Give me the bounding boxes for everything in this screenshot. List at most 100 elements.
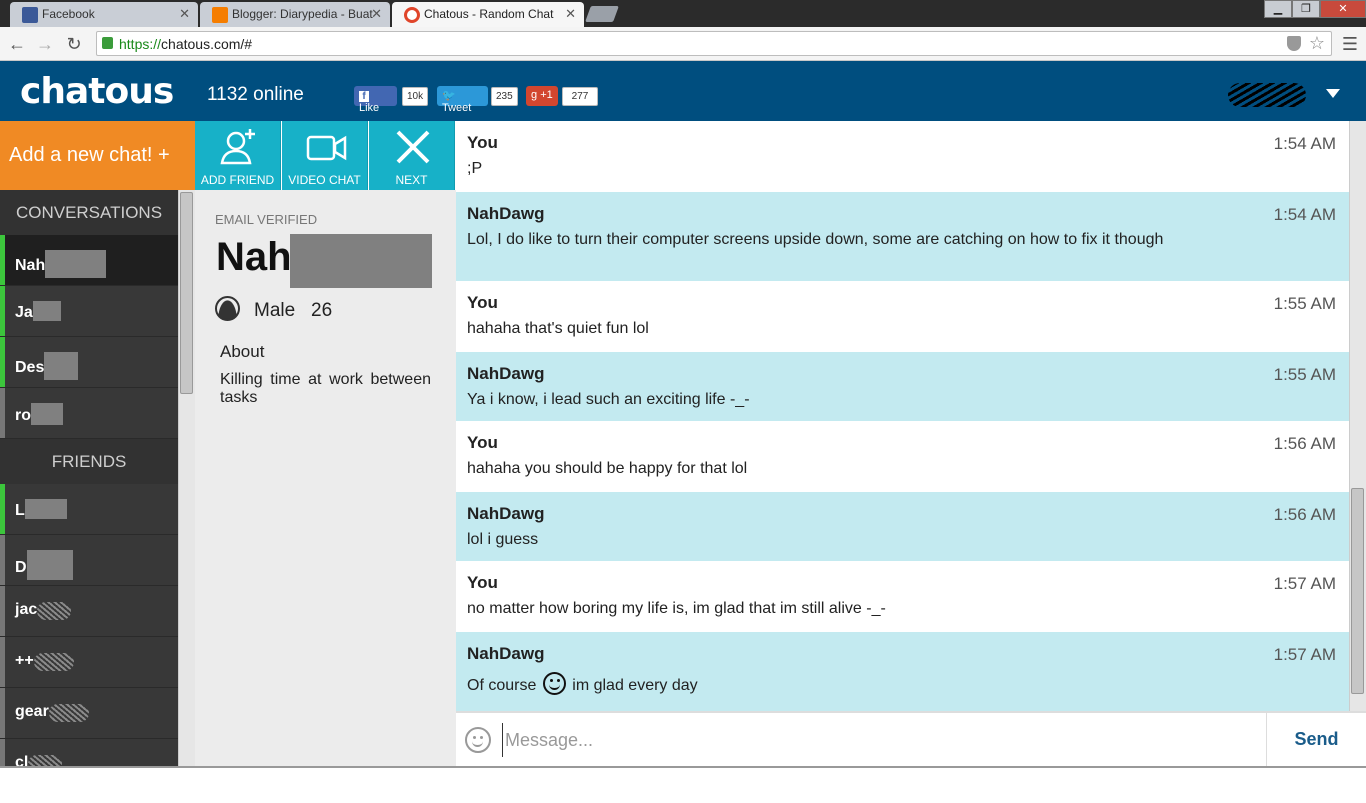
message-time: 1:55 AM: [1273, 294, 1336, 313]
facebook-icon: f: [359, 91, 369, 102]
close-tab-icon[interactable]: ✕: [371, 6, 382, 22]
tweet-label: Tweet: [442, 102, 472, 114]
conversation-item[interactable]: Des: [0, 337, 178, 388]
chat-message: NahDawg 1:57 AM Of course im glad every …: [456, 632, 1349, 711]
redacted-block: [32, 301, 61, 321]
browser-tab-chatous[interactable]: Chatous - Random Chat ✕: [392, 2, 584, 27]
tab-label: Facebook: [42, 7, 95, 21]
chat-scrollbar-thumb[interactable]: [1351, 488, 1364, 694]
window-close-icon[interactable]: ✕: [1320, 0, 1366, 18]
tweet-button[interactable]: 🐦 Tweet: [437, 86, 488, 114]
message-text: hahaha you should be happy for that lol: [467, 460, 748, 477]
bookmark-star-icon[interactable]: ☆: [1309, 33, 1325, 54]
friend-item[interactable]: jac: [0, 586, 178, 637]
message-input[interactable]: [502, 723, 1262, 757]
redacted-block: [44, 352, 79, 380]
message-text: hahaha that's quiet fun lol: [467, 320, 649, 337]
back-arrow-icon[interactable]: ←: [5, 32, 29, 56]
conversation-name: Nah: [15, 257, 46, 274]
message-text: ;P: [467, 160, 483, 177]
plusone-label: +1: [540, 89, 553, 101]
scribble-redaction: [37, 602, 72, 620]
conversation-item[interactable]: Ja: [0, 286, 178, 337]
message-text-part: Of course: [467, 677, 537, 694]
message-time: 1:55 AM: [1273, 365, 1336, 384]
message-composer: Send: [456, 711, 1366, 766]
friend-item[interactable]: cl: [0, 739, 178, 766]
friend-name: gear: [15, 703, 49, 720]
message-sender: NahDawg: [467, 504, 545, 523]
profile-name: Nah: [216, 235, 292, 279]
reload-icon[interactable]: ↻: [62, 32, 86, 56]
message-text: Lol, I do like to turn their computer sc…: [467, 231, 1164, 248]
redacted-block: [24, 499, 67, 519]
facebook-like-button[interactable]: f Like: [354, 86, 397, 114]
send-button[interactable]: Send: [1266, 713, 1366, 766]
message-sender: NahDawg: [467, 204, 545, 223]
video-chat-label: VIDEO CHAT: [288, 173, 361, 187]
message-time: 1:54 AM: [1273, 134, 1336, 153]
friend-item[interactable]: gear: [0, 688, 178, 739]
scribble-redaction: [48, 704, 89, 722]
minimize-icon[interactable]: ▁: [1264, 0, 1292, 18]
message-sender: You: [467, 433, 498, 452]
conversation-item[interactable]: Nah: [0, 235, 178, 286]
video-chat-button[interactable]: VIDEO CHAT: [282, 121, 368, 190]
close-tab-icon[interactable]: ✕: [179, 6, 190, 22]
chatous-logo[interactable]: chatous: [20, 71, 174, 112]
chat-message: NahDawg 1:56 AM lol i guess: [456, 492, 1349, 561]
chat-message: NahDawg 1:55 AM Ya i know, i lead such a…: [456, 352, 1349, 421]
maximize-icon[interactable]: ❐: [1292, 0, 1320, 18]
message-text: Of course im glad every day: [467, 672, 1207, 696]
blogger-favicon-icon: [212, 7, 228, 23]
age-value: 26: [311, 300, 333, 321]
message-time: 1:54 AM: [1273, 205, 1336, 224]
forward-arrow-icon[interactable]: →: [33, 32, 57, 56]
site-header: chatous 1132 online f Like 10k 🐦 Tweet 2…: [0, 61, 1366, 121]
conversation-name: ro: [15, 407, 31, 424]
message-sender: You: [467, 293, 498, 312]
gender-age: Male 26: [215, 296, 332, 322]
message-sender: You: [467, 573, 498, 592]
plusone-count: 277: [562, 87, 598, 106]
conversation-name: Ja: [15, 304, 33, 321]
chat-message: You 1:54 AM ;P: [456, 121, 1349, 192]
friend-item[interactable]: ++: [0, 637, 178, 688]
new-tab-button[interactable]: [585, 6, 619, 22]
friend-item[interactable]: D: [0, 535, 178, 586]
chat-message: You 1:55 AM hahaha that's quiet fun lol: [456, 281, 1349, 352]
sidebar-scrollbar-thumb[interactable]: [180, 192, 193, 394]
friend-name: ++: [15, 652, 34, 669]
browser-tab-blogger[interactable]: Blogger: Diarypedia - Buat ✕: [200, 2, 390, 27]
browser-tab-facebook[interactable]: Facebook ✕: [10, 2, 198, 27]
window-controls: ▁ ❐ ✕: [1264, 0, 1366, 18]
chat-message: You 1:57 AM no matter how boring my life…: [456, 561, 1349, 632]
google-plus-one-button[interactable]: g +1: [526, 86, 558, 106]
message-time: 1:57 AM: [1273, 645, 1336, 664]
browser-menu-icon[interactable]: ☰: [1342, 34, 1358, 55]
address-bar[interactable]: https://chatous.com/# ☆: [96, 31, 1332, 56]
close-tab-icon[interactable]: ✕: [565, 6, 576, 22]
conversation-item[interactable]: ro: [0, 388, 178, 439]
message-text-part: im glad every day: [572, 677, 698, 694]
chevron-down-icon[interactable]: [1326, 89, 1340, 98]
add-friend-label: ADD FRIEND: [200, 173, 275, 187]
message-text: lol i guess: [467, 531, 539, 548]
add-new-chat-button[interactable]: Add a new chat! +: [0, 121, 195, 190]
next-button[interactable]: NEXT: [369, 121, 455, 190]
friend-item[interactable]: L: [0, 484, 178, 535]
chatous-favicon-icon: [404, 7, 420, 23]
tab-label: Chatous - Random Chat: [424, 7, 554, 21]
message-time: 1:56 AM: [1273, 434, 1336, 453]
online-count: 1132 online: [207, 84, 304, 105]
chat-log: You 1:54 AM ;P NahDawg 1:54 AM Lol, I do…: [456, 121, 1349, 711]
user-account-redacted[interactable]: [1228, 83, 1306, 107]
shield-icon[interactable]: [1287, 36, 1301, 51]
redacted-block: [26, 550, 73, 580]
redacted-block: [31, 403, 63, 425]
friend-name: D: [15, 559, 27, 576]
message-sender: You: [467, 133, 498, 152]
browser-toolbar: ← → ↻ https://chatous.com/# ☆ ☰: [0, 27, 1366, 61]
emoji-picker-icon[interactable]: [465, 727, 491, 753]
add-friend-button[interactable]: ADD FRIEND: [195, 121, 281, 190]
